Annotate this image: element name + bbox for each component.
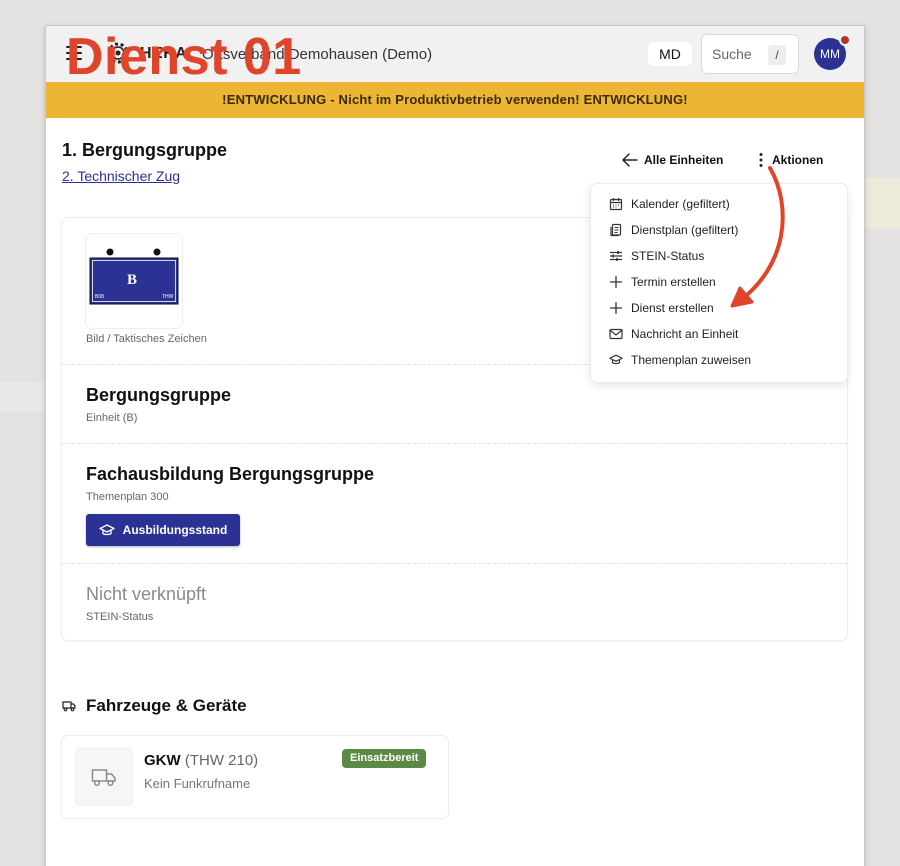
vehicle-radio-name: Kein Funkrufname [144, 776, 251, 791]
sliders-icon [610, 251, 622, 261]
background-strip [864, 178, 900, 228]
stein-subtitle: STEIN-Status [86, 611, 154, 623]
mail-icon [609, 328, 623, 340]
menu-item-label: Nachricht an Einheit [631, 327, 739, 341]
calendar-icon [609, 198, 623, 211]
training-name: Fachausbildung Bergungsgruppe [86, 464, 375, 484]
training-status-button[interactable]: Ausbildungsstand [86, 514, 240, 546]
vehicle-code: (THW 210) [184, 752, 259, 769]
plus-icon [609, 301, 623, 315]
vehicle-type: GKW [144, 752, 181, 769]
plus-icon [609, 275, 623, 289]
menu-item-label: Kalender (gefiltert) [631, 197, 730, 211]
section-divider [62, 443, 847, 444]
truck-icon [91, 769, 116, 787]
vehicle-card[interactable]: GKW (THW 210) Kein Funkrufname Einsatzbe… [62, 736, 448, 818]
menu-item-assign-topic-plan[interactable]: Themenplan zuweisen [609, 350, 839, 370]
annotation-title: Dienst 01 [66, 28, 302, 86]
search-shortcut-key: / [768, 45, 786, 65]
training-status-label: Ausbildungsstand [122, 523, 228, 537]
menu-item-message-unit[interactable]: Nachricht an Einheit [609, 324, 839, 344]
background-strip [0, 382, 46, 412]
image-caption: Bild / Taktisches Zeichen [86, 333, 207, 345]
training-subtitle: Themenplan 300 [86, 491, 169, 503]
menu-item-label: Termin erstellen [631, 275, 716, 289]
arrow-left-icon [622, 153, 638, 167]
tactical-sign-left-label: B08 [95, 294, 104, 300]
menu-item-label: STEIN-Status [631, 249, 705, 263]
tactical-sign-right-label: THW [162, 294, 174, 300]
parent-unit-link[interactable]: 2. Technischer Zug [62, 168, 180, 184]
vehicle-image [76, 749, 132, 805]
menu-item-label: Themenplan zuweisen [631, 353, 752, 367]
stein-link-status: Nicht verknüpft [86, 584, 207, 604]
tactical-sign-frame: B B08 THW [86, 234, 182, 328]
md-chip-button[interactable]: MD [648, 42, 692, 66]
all-units-button[interactable]: Alle Einheiten [622, 150, 723, 170]
all-units-label: Alle Einheiten [644, 153, 724, 167]
page-title: 1. Bergungsgruppe [62, 140, 228, 160]
actions-dropdown-menu: Kalender (gefiltert) Dienstplan (gefilte… [591, 184, 847, 382]
search-box[interactable]: / [701, 34, 799, 74]
graduation-cap-icon [609, 354, 623, 365]
notification-dot [839, 34, 851, 46]
status-badge: Einsatzbereit [342, 749, 427, 768]
truck-icon [62, 701, 76, 712]
vehicles-title: Fahrzeuge & Geräte [86, 696, 247, 715]
graduation-cap-icon [99, 523, 115, 535]
tactical-sign-letter: B [127, 272, 138, 288]
vehicles-heading: Fahrzeuge & Geräte [62, 696, 247, 716]
app-window: HERA Ortsverband Demohausen (Demo) Diens… [46, 26, 864, 866]
app-header: HERA Ortsverband Demohausen (Demo) Diens… [46, 26, 864, 86]
unit-subtitle: Einheit (B) [86, 412, 138, 424]
section-divider [62, 563, 847, 564]
actions-label: Aktionen [772, 153, 824, 167]
menu-item-label: Dienst erstellen [631, 301, 714, 315]
annotation-arrow [730, 166, 785, 308]
environment-banner: !ENTWICKLUNG - Nicht im Produktivbetrieb… [46, 82, 864, 118]
search-input[interactable] [712, 44, 770, 64]
unit-name: Bergungsgruppe [86, 385, 232, 405]
clipboard-icon [610, 223, 622, 237]
vehicle-name: GKW (THW 210) [144, 752, 258, 769]
